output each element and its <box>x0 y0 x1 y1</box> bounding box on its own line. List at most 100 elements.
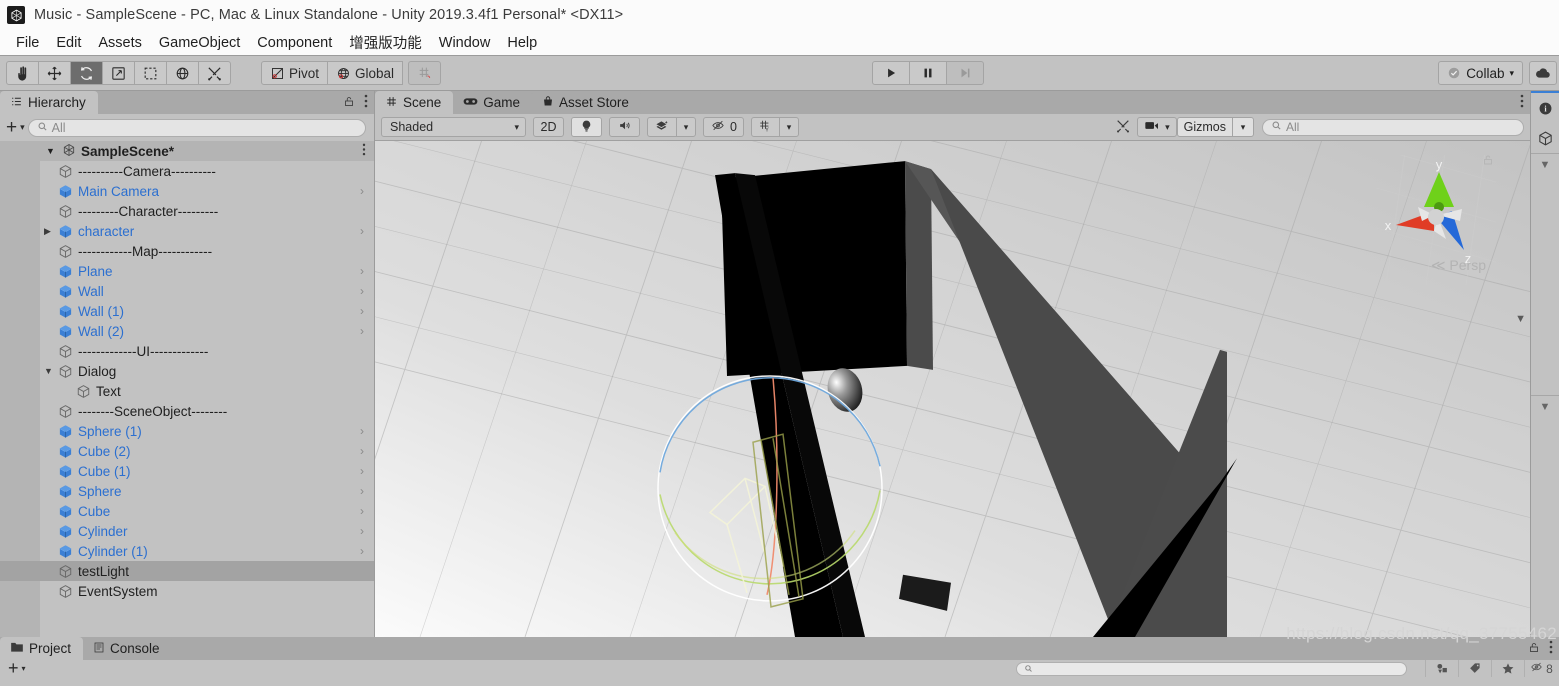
custom-tool-button[interactable] <box>198 61 231 85</box>
prefab-open-chevron-icon[interactable]: › <box>360 264 364 278</box>
scene-search-input[interactable]: All <box>1262 118 1524 136</box>
play-button[interactable] <box>872 61 910 85</box>
audio-toggle-button[interactable] <box>609 117 640 137</box>
pause-button[interactable] <box>909 61 947 85</box>
lock-open-icon[interactable] <box>343 95 355 113</box>
star-icon[interactable] <box>1491 660 1524 677</box>
scene-projection-label[interactable]: ≪ Persp <box>1431 257 1486 274</box>
right-rail-chevron-2[interactable]: ▼ <box>1531 396 1559 418</box>
hierarchy-row[interactable]: Main Camera › <box>0 181 374 201</box>
hierarchy-row[interactable]: ------------Map------------ <box>0 241 374 261</box>
hierarchy-scene-root[interactable]: ▼ SampleScene* <box>0 141 374 161</box>
hierarchy-row[interactable]: --------SceneObject-------- <box>0 401 374 421</box>
prefab-open-chevron-icon[interactable]: › <box>360 464 364 478</box>
menu-assets[interactable]: Assets <box>90 33 150 53</box>
prefab-open-chevron-icon[interactable]: › <box>360 484 364 498</box>
kebab-menu-icon[interactable] <box>362 143 366 159</box>
hierarchy-row[interactable]: ----------Camera---------- <box>0 161 374 181</box>
prefab-open-chevron-icon[interactable]: › <box>360 184 364 198</box>
scene-lock-icon[interactable] <box>1482 153 1494 172</box>
hierarchy-row[interactable]: EventSystem <box>0 581 374 601</box>
move-tool-button[interactable] <box>38 61 71 85</box>
prefab-open-chevron-icon[interactable]: › <box>360 444 364 458</box>
menu-enhanced-features[interactable]: 增强版功能 <box>341 30 430 55</box>
tab-asset-store[interactable]: Asset Store <box>532 91 641 114</box>
tab-game[interactable]: Game <box>453 91 533 114</box>
collab-button[interactable]: Collab ▾ <box>1438 61 1523 85</box>
hierarchy-row[interactable]: Cube (2) › <box>0 441 374 461</box>
hierarchy-row[interactable]: Plane › <box>0 261 374 281</box>
lighting-toggle-button[interactable] <box>571 117 602 137</box>
project-search-input[interactable] <box>1016 661 1407 676</box>
hierarchy-row[interactable]: Cube › <box>0 501 374 521</box>
hidden-objects-button[interactable]: 0 <box>703 117 744 137</box>
tab-hierarchy[interactable]: Hierarchy <box>0 91 98 114</box>
prefab-open-chevron-icon[interactable]: › <box>360 284 364 298</box>
menu-file[interactable]: File <box>8 33 47 53</box>
hierarchy-row[interactable]: Wall (1) › <box>0 301 374 321</box>
kebab-menu-icon[interactable] <box>1520 94 1524 113</box>
prefab-open-chevron-icon[interactable]: › <box>360 304 364 318</box>
scene-viewport[interactable]: y x z ≪ Persp ▼ <box>375 141 1530 637</box>
scene-tools-button[interactable] <box>1109 117 1137 137</box>
grid-snap-button[interactable] <box>408 61 442 85</box>
shapes-icon[interactable] <box>1425 660 1458 677</box>
menu-window[interactable]: Window <box>431 33 499 53</box>
menu-gameobject[interactable]: GameObject <box>151 33 248 53</box>
hierarchy-row[interactable]: Wall (2) › <box>0 321 374 341</box>
rect-tool-button[interactable] <box>134 61 167 85</box>
prefab-open-chevron-icon[interactable]: › <box>360 544 364 558</box>
draw-mode-dropdown[interactable]: Shaded ▾ <box>381 117 526 137</box>
hierarchy-row[interactable]: Sphere › <box>0 481 374 501</box>
lock-open-icon[interactable] <box>1528 641 1540 659</box>
hierarchy-add-button[interactable]: + ▾ <box>6 118 25 137</box>
grid-snap-dropdown[interactable]: ▾ <box>778 117 799 137</box>
rotate-tool-button[interactable] <box>70 61 103 85</box>
tab-console[interactable]: Console <box>83 637 172 660</box>
global-button[interactable]: Global <box>327 61 404 85</box>
prefab-open-chevron-icon[interactable]: › <box>360 224 364 238</box>
fx-button[interactable] <box>647 117 677 137</box>
prefab-open-chevron-icon[interactable]: › <box>360 424 364 438</box>
prefab-open-chevron-icon[interactable]: › <box>360 324 364 338</box>
scene-camera-dropdown[interactable]: ▾ <box>1137 117 1177 137</box>
kebab-menu-icon[interactable] <box>364 94 368 113</box>
info-icon[interactable]: i <box>1531 93 1559 123</box>
step-button[interactable] <box>946 61 984 85</box>
kebab-menu-icon[interactable] <box>1549 640 1553 659</box>
pivot-button[interactable]: Pivot <box>261 61 329 85</box>
hierarchy-row[interactable]: ▶ character › <box>0 221 374 241</box>
hierarchy-row[interactable]: -------------UI------------- <box>0 341 374 361</box>
hierarchy-row[interactable]: Cube (1) › <box>0 461 374 481</box>
prefab-open-chevron-icon[interactable]: › <box>360 504 364 518</box>
hierarchy-search-input[interactable]: All <box>27 118 366 137</box>
hierarchy-row[interactable]: Cylinder › <box>0 521 374 541</box>
hierarchy-row[interactable]: Cylinder (1) › <box>0 541 374 561</box>
grid-snap-scene-button[interactable]: Y <box>750 117 780 137</box>
chevron-right-icon[interactable]: ▶ <box>44 226 51 237</box>
scale-tool-button[interactable] <box>102 61 135 85</box>
scene-scroll-chevron-icon[interactable]: ▼ <box>1515 313 1526 325</box>
hierarchy-row[interactable]: ▼ Dialog <box>0 361 374 381</box>
hidden-count-indicator[interactable]: 8 <box>1524 660 1557 677</box>
tab-project[interactable]: Project <box>0 637 84 660</box>
cube-icon[interactable] <box>1531 123 1559 153</box>
tab-scene[interactable]: Scene <box>375 91 454 114</box>
tag-icon[interactable] <box>1458 660 1491 677</box>
hierarchy-row[interactable]: ---------Character--------- <box>0 201 374 221</box>
transform-tool-button[interactable] <box>166 61 199 85</box>
right-rail-chevron-1[interactable]: ▼ <box>1531 154 1559 176</box>
menu-help[interactable]: Help <box>499 33 545 53</box>
mode-2d-button[interactable]: 2D <box>533 117 564 137</box>
hierarchy-row[interactable]: Text <box>0 381 374 401</box>
menu-edit[interactable]: Edit <box>48 33 89 53</box>
hand-tool-button[interactable] <box>6 61 39 85</box>
cloud-button[interactable] <box>1529 61 1557 85</box>
chevron-down-icon[interactable]: ▼ <box>46 146 55 156</box>
hierarchy-row[interactable]: Sphere (1) › <box>0 421 374 441</box>
menu-component[interactable]: Component <box>249 33 340 53</box>
gizmos-button[interactable]: Gizmos <box>1176 117 1233 137</box>
chevron-down-icon[interactable]: ▼ <box>44 366 53 376</box>
gizmos-dropdown[interactable]: ▾ <box>1232 117 1254 137</box>
fx-dropdown[interactable]: ▾ <box>676 117 696 137</box>
